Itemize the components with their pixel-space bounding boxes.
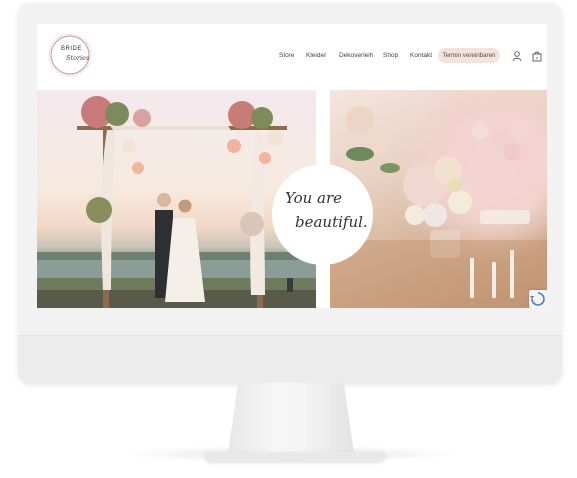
- nav-item-store[interactable]: Store: [279, 52, 295, 59]
- book-appointment-button[interactable]: Termin vereinbaren: [438, 48, 500, 63]
- recaptcha-badge-icon[interactable]: [529, 290, 547, 308]
- nav-item-shop[interactable]: Shop: [383, 52, 398, 59]
- user-icon[interactable]: [511, 50, 523, 62]
- nav-item-dekoverleih[interactable]: Dekoverleih: [339, 52, 373, 59]
- site-header: BRIDE Stories Store Kleider Dekoverleih …: [37, 24, 547, 90]
- monitor-stand-base: [205, 452, 385, 462]
- logo-text-stories: Stories: [66, 54, 90, 62]
- monitor-stand: [228, 383, 354, 453]
- nav-item-kleider[interactable]: Kleider: [306, 52, 326, 59]
- shopping-bag-icon[interactable]: 0: [531, 50, 543, 62]
- monitor-chin: [18, 335, 562, 384]
- svg-text:0: 0: [536, 56, 539, 61]
- logo-text-bride: BRIDE: [61, 46, 82, 52]
- tagline-line-1: You are: [285, 189, 343, 207]
- nav-item-kontakt[interactable]: Kontakt: [410, 52, 432, 59]
- tagline-line-2: beautiful.: [295, 213, 368, 231]
- website-screen: BRIDE Stories Store Kleider Dekoverleih …: [37, 24, 547, 308]
